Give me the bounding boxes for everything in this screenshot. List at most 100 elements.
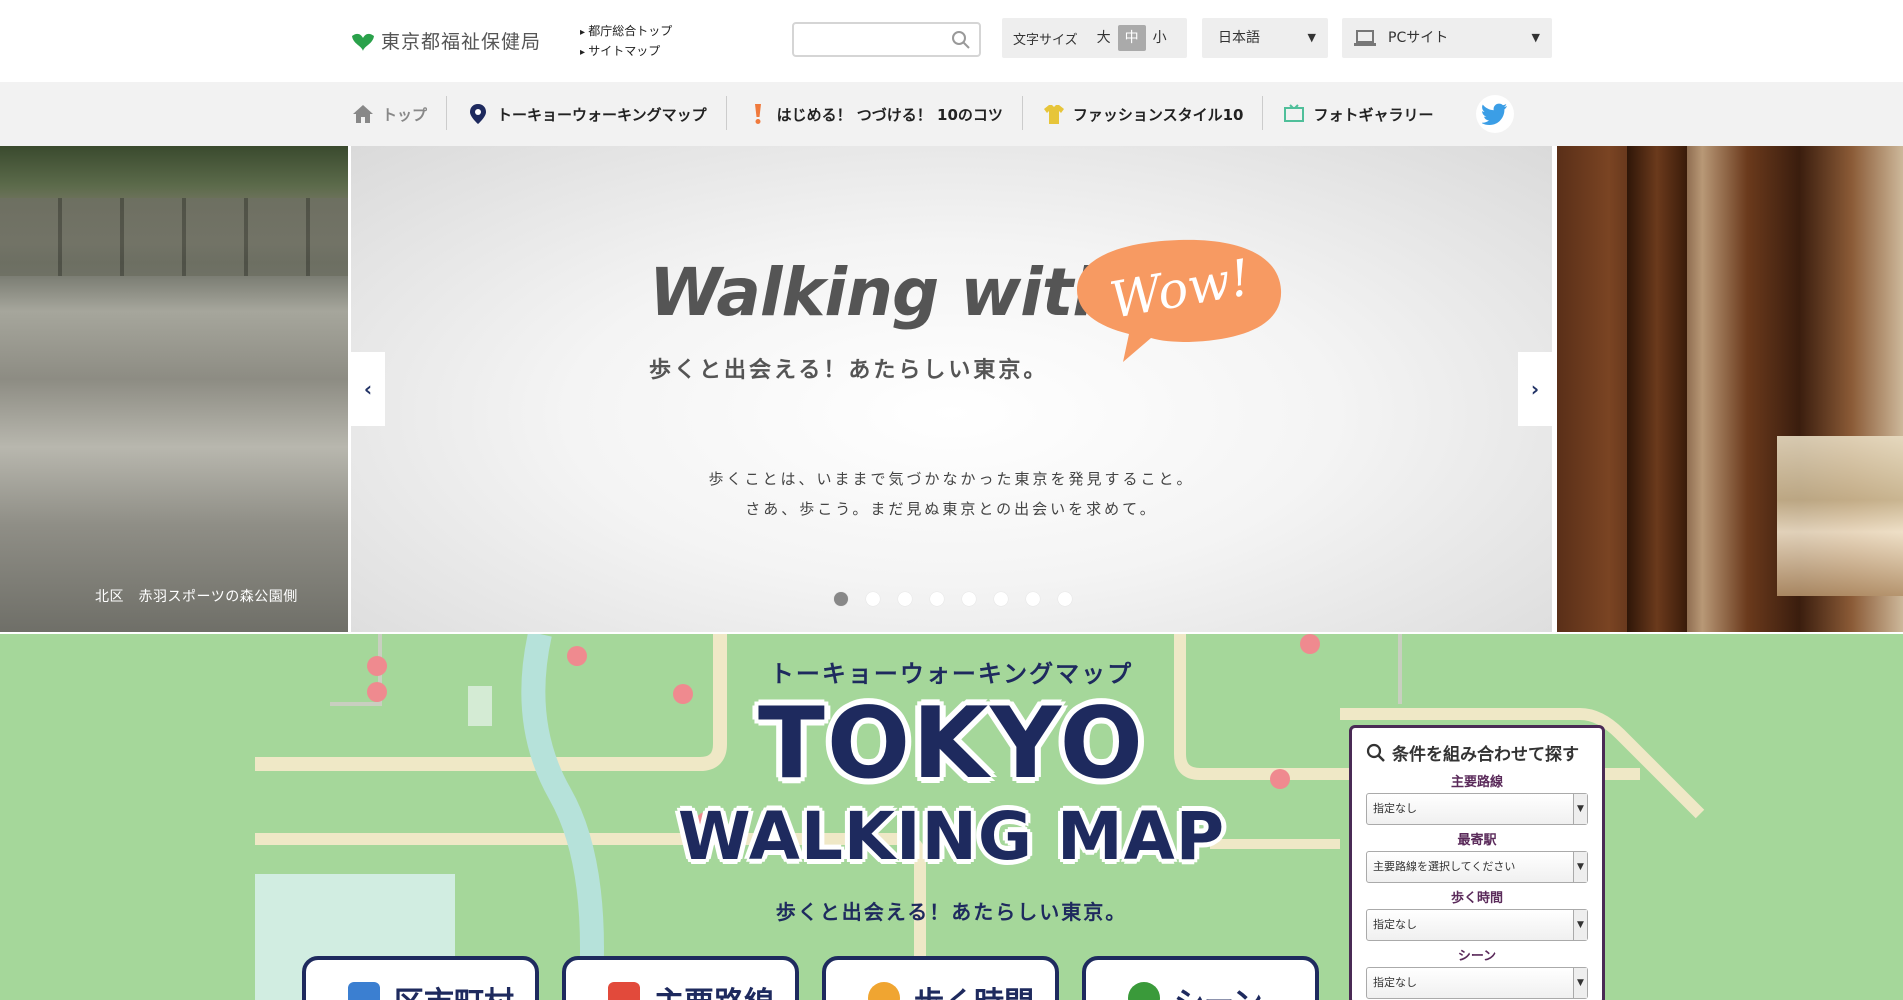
field-label: シーン: [1457, 949, 1497, 964]
select-value: 主要路線を選択してください: [1373, 860, 1516, 873]
tile-walking-time[interactable]: 歩く時間: [822, 956, 1059, 1000]
nav-item-photo-gallery[interactable]: フォトギャラリー: [1263, 82, 1453, 146]
nav-item-fashion[interactable]: ファッションスタイル10: [1023, 82, 1264, 146]
field-label: 歩く時間: [1450, 891, 1503, 906]
nav-item-walking-map[interactable]: トーキョーウォーキングマップ: [447, 82, 727, 146]
shirt-icon: [1043, 105, 1064, 124]
nav-label: はじめる！ つづける！ 10のコツ: [776, 105, 1003, 124]
carousel-next-slide-image: [1557, 146, 1903, 632]
shop-shelf: [1777, 436, 1903, 596]
wow-speech-bubble: Wow!: [1077, 239, 1282, 362]
clock-icon: [868, 982, 900, 1000]
stone-wall: [0, 198, 348, 276]
exclamation-icon: [754, 104, 761, 124]
select-value: 指定なし: [1373, 802, 1417, 815]
select-value: 指定なし: [1373, 918, 1417, 931]
chevron-down-icon: ▼: [1573, 968, 1587, 998]
nav-label: トップ: [382, 105, 428, 124]
walking-time-select[interactable]: 指定なし ▼: [1366, 909, 1588, 941]
tile-municipality[interactable]: 区市町村: [302, 956, 539, 1000]
carousel-dot[interactable]: [1026, 592, 1040, 606]
top-header: 東京都福祉保健局 都庁総合トップ サイトマップ 文字サイズ 大 中 小 日本語 …: [0, 0, 1903, 82]
carousel-dot[interactable]: [834, 592, 848, 606]
wooden-post: [1627, 146, 1687, 632]
chevron-down-icon: ▼: [1573, 852, 1587, 882]
nav-label: ファッションスタイル10: [1072, 105, 1244, 124]
tile-label: 区市町村: [394, 978, 514, 1000]
chevron-right-icon: ›: [1530, 377, 1540, 401]
search-panel-title-text: 条件を組み合わせて探す: [1392, 745, 1579, 765]
tile-main-lines[interactable]: 主要路線: [562, 956, 799, 1000]
site-mode-value: PCサイト: [1388, 30, 1449, 46]
map-subtitle: 歩くと出会える！あたらしい東京。: [775, 900, 1128, 924]
font-size-label: 文字サイズ: [1013, 32, 1078, 48]
carousel-dot[interactable]: [898, 592, 912, 606]
language-value: 日本語: [1218, 30, 1260, 46]
scene-select[interactable]: 指定なし ▼: [1366, 967, 1588, 999]
hero-body-line: さあ、歩こう。まだ見ぬ東京との出会いを求めて。: [745, 500, 1158, 518]
language-select[interactable]: 日本語 ▼: [1202, 18, 1328, 58]
logo-text: 東京都福祉保健局: [381, 31, 542, 53]
ginkgo-leaf-icon: [352, 33, 374, 51]
carousel-dot[interactable]: [994, 592, 1008, 606]
search-input[interactable]: [792, 22, 981, 57]
home-icon: [353, 105, 373, 123]
twitter-icon: [1481, 103, 1507, 125]
hero-carousel: 北区 赤羽スポーツの森公園側 Walking with Wow! 歩くと出会える…: [0, 146, 1903, 632]
hero-subtitle: 歩くと出会える！あたらしい東京。: [649, 358, 1049, 383]
leaf-icon: [1128, 982, 1160, 1000]
nav-item-10-tips[interactable]: はじめる！ つづける！ 10のコツ: [727, 82, 1024, 146]
tile-scene[interactable]: シーン: [1082, 956, 1319, 1000]
carousel-dot[interactable]: [866, 592, 880, 606]
link-tocho-top[interactable]: 都庁総合トップ: [580, 22, 672, 42]
laptop-icon: [1354, 30, 1376, 46]
carousel-next-button[interactable]: ›: [1518, 352, 1552, 426]
search-icon[interactable]: [951, 30, 971, 50]
font-size-large[interactable]: 大: [1090, 25, 1118, 51]
font-size-small[interactable]: 小: [1146, 25, 1174, 51]
carousel-prev-slide-image: 北区 赤羽スポーツの森公園側: [0, 146, 348, 632]
chevron-down-icon: ▼: [1307, 31, 1316, 44]
combined-search-panel: 条件を組み合わせて探す 主要路線 指定なし ▼ 最寄駅 主要路線を選択してくださ…: [1349, 725, 1605, 1000]
field-label: 最寄駅: [1457, 833, 1497, 848]
font-size-medium[interactable]: 中: [1117, 25, 1146, 51]
train-icon: [608, 982, 640, 1000]
hero-body: 歩くことは、いままで気づかなかった東京を発見すること。 さあ、歩こう。まだ見ぬ東…: [351, 464, 1552, 524]
map-title-walking-map: WALKING MAP: [677, 798, 1226, 875]
chevron-down-icon: ▼: [1573, 794, 1587, 824]
photo-icon: [1284, 104, 1305, 122]
nav-label: トーキョーウォーキングマップ: [497, 105, 707, 124]
field-label: 主要路線: [1450, 775, 1503, 790]
carousel-prev-button[interactable]: ‹: [351, 352, 385, 426]
search-panel-title: 条件を組み合わせて探す: [1366, 740, 1588, 765]
chevron-down-icon: ▼: [1531, 31, 1540, 44]
link-sitemap[interactable]: サイトマップ: [580, 42, 672, 62]
main-nav: トップ トーキョーウォーキングマップ はじめる！ つづける！ 10のコツ ファッ…: [0, 82, 1903, 146]
carousel-active-slide: Walking with Wow! 歩くと出会える！あたらしい東京。 歩くことは…: [351, 146, 1552, 632]
tile-label: シーン: [1174, 978, 1263, 1000]
carousel-dot[interactable]: [962, 592, 976, 606]
tile-label: 主要路線: [654, 978, 774, 1000]
select-value: 指定なし: [1373, 976, 1417, 989]
nav-label: フォトギャラリー: [1313, 105, 1434, 124]
site-logo[interactable]: 東京都福祉保健局: [351, 27, 541, 54]
main-line-select[interactable]: 指定なし ▼: [1366, 793, 1588, 825]
nav-item-top[interactable]: トップ: [350, 82, 448, 146]
font-size-switcher: 文字サイズ 大 中 小: [1002, 18, 1187, 58]
hero-title: Walking with: [649, 254, 1119, 331]
carousel-dot[interactable]: [1058, 592, 1072, 606]
nearest-station-select[interactable]: 主要路線を選択してください ▼: [1366, 851, 1588, 883]
carousel-dot[interactable]: [930, 592, 944, 606]
chevron-left-icon: ‹: [363, 377, 373, 401]
site-mode-select[interactable]: PCサイト ▼: [1342, 18, 1552, 58]
map-kana-title: トーキョーウォーキングマップ: [769, 660, 1134, 688]
top-links: 都庁総合トップ サイトマップ: [580, 22, 672, 62]
twitter-button[interactable]: [1475, 95, 1514, 133]
hero-body-line: 歩くことは、いままで気づかなかった東京を発見すること。: [708, 470, 1195, 488]
walking-map-section: トーキョーウォーキングマップ TOKYO WALKING MAP 歩くと出会える…: [0, 634, 1903, 1000]
search-icon: [1366, 743, 1385, 762]
building-icon: [348, 982, 380, 1000]
tile-label: 歩く時間: [914, 978, 1034, 1000]
chevron-down-icon: ▼: [1573, 910, 1587, 940]
slide-caption: 北区 赤羽スポーツの森公園側: [95, 589, 298, 605]
